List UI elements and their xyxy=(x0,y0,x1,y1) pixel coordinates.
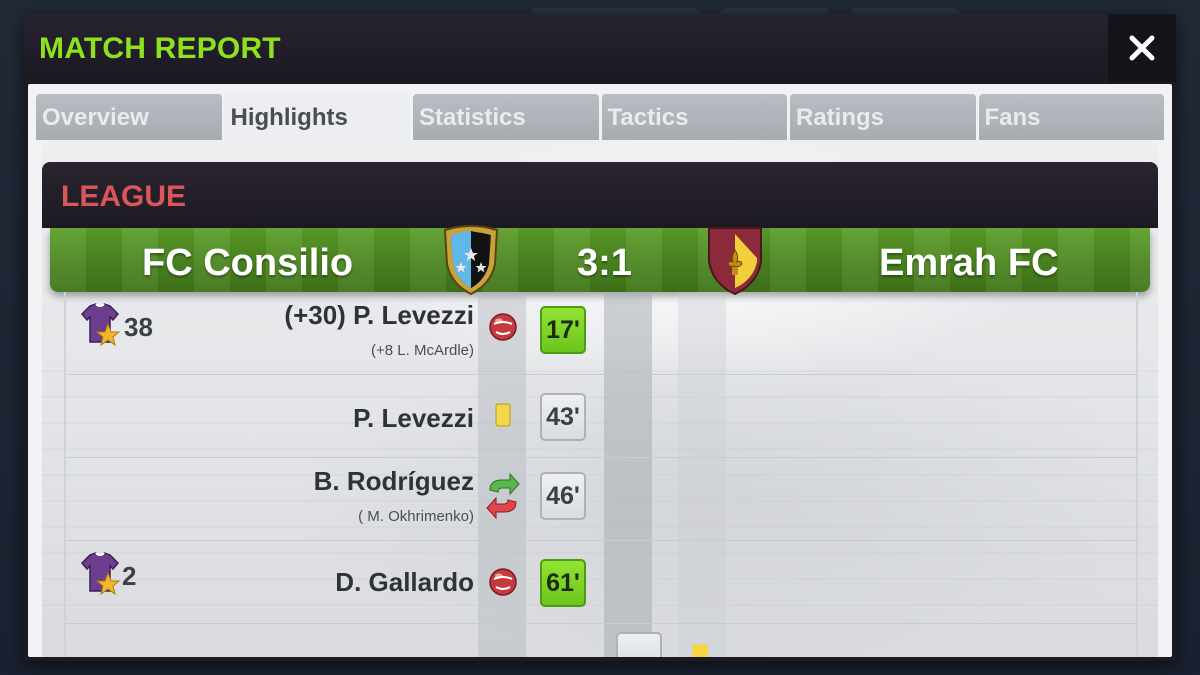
jersey-count: 2 xyxy=(122,561,137,591)
away-team-name: Emrah FC xyxy=(879,242,1059,284)
match-report-dialog: MATCH REPORT Overview Highlights Statist… xyxy=(24,14,1176,661)
event-row[interactable]: B. Rodríguez ( M. Okhrimenko) 46' xyxy=(66,458,1138,541)
event-detail: (+8 L. McArdle) xyxy=(371,342,474,359)
event-player: D. Gallardo xyxy=(335,567,474,597)
event-row[interactable]: P. Levezzi 43' xyxy=(66,375,1138,458)
highlights-panel: LEAGUE FC Consilio 3:1 Emrah FC 38 (+30)… xyxy=(42,140,1158,657)
event-minute: 46' xyxy=(540,472,586,520)
scoreboard: FC Consilio 3:1 Emrah FC xyxy=(50,225,1150,296)
event-player: (+30) P. Levezzi xyxy=(284,300,474,330)
event-minute: 17' xyxy=(540,306,586,354)
event-row-partial[interactable] xyxy=(66,632,1138,657)
tab-tactics[interactable]: Tactics xyxy=(601,94,787,140)
event-row[interactable]: 38 (+30) P. Levezzi (+8 L. McArdle) 17' xyxy=(66,292,1138,375)
tab-highlights[interactable]: Highlights xyxy=(224,94,410,140)
event-minute: 43' xyxy=(540,393,586,441)
ball-icon xyxy=(489,313,517,341)
jersey-count: 38 xyxy=(124,312,153,342)
event-minute: 61' xyxy=(540,559,586,607)
home-team-crest-icon[interactable] xyxy=(439,224,503,296)
tab-fans[interactable]: Fans xyxy=(978,94,1164,140)
home-team-name: FC Consilio xyxy=(142,242,354,284)
substitution-icon xyxy=(486,472,520,520)
tab-ratings[interactable]: Ratings xyxy=(790,94,976,140)
close-icon xyxy=(1129,35,1155,61)
event-row[interactable]: 2 D. Gallardo 61' xyxy=(66,541,1138,624)
event-player: P. Levezzi xyxy=(353,403,474,433)
event-detail: ( M. Okhrimenko) xyxy=(358,508,474,525)
match-score: 3:1 xyxy=(577,242,632,284)
jersey-star-icon xyxy=(80,303,121,347)
yellow-card-icon xyxy=(692,644,708,657)
tab-overview[interactable]: Overview xyxy=(36,94,222,140)
event-timeline: 38 (+30) P. Levezzi (+8 L. McArdle) 17' … xyxy=(64,292,1138,657)
competition-label: LEAGUE xyxy=(61,180,187,213)
dialog-body: Overview Highlights Statistics Tactics R… xyxy=(28,84,1172,657)
dialog-header: MATCH REPORT xyxy=(24,14,1176,84)
jersey-star-icon xyxy=(80,552,121,596)
ball-icon xyxy=(489,568,517,596)
dialog-title: MATCH REPORT xyxy=(39,32,281,65)
away-team-crest-icon[interactable] xyxy=(703,224,767,296)
event-player: B. Rodríguez xyxy=(313,466,474,496)
close-button[interactable] xyxy=(1108,14,1176,82)
tab-bar: Overview Highlights Statistics Tactics R… xyxy=(36,94,1164,140)
competition-header: LEAGUE xyxy=(42,162,1158,228)
tab-statistics[interactable]: Statistics xyxy=(413,94,599,140)
event-minute xyxy=(616,632,662,657)
yellow-card-icon xyxy=(495,403,511,427)
